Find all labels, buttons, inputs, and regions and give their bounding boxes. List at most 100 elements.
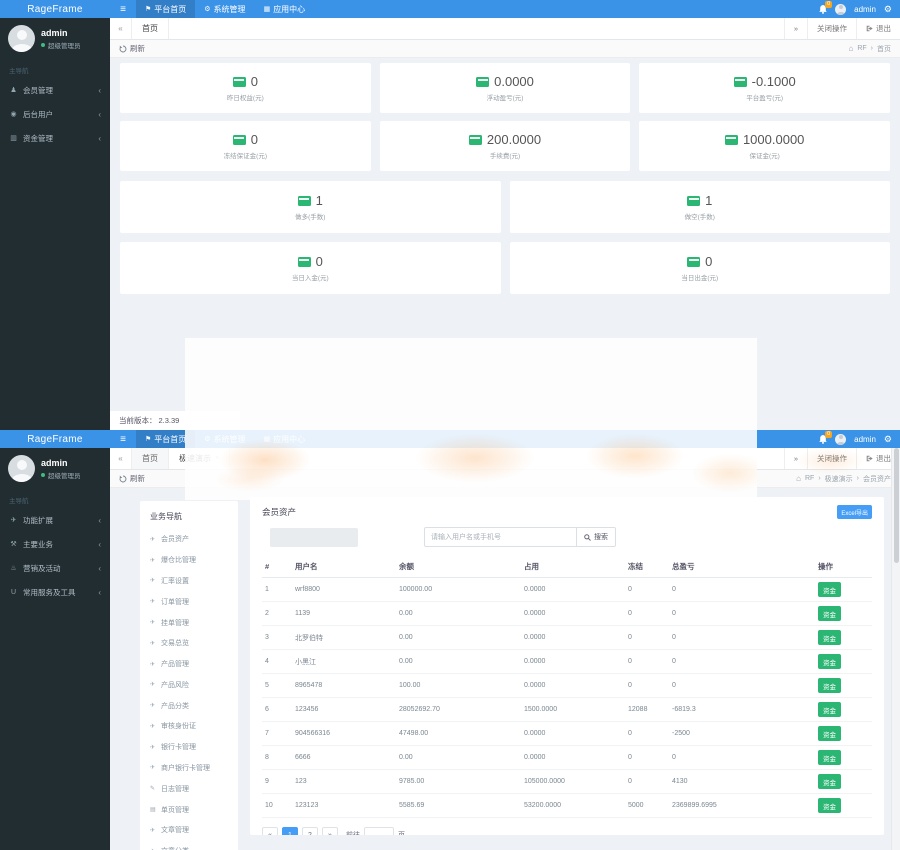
tab-home[interactable]: 首页 [132,18,169,39]
brand-logo[interactable]: RageFrame [0,430,110,448]
navbar-username[interactable]: admin [854,435,876,444]
fund-action-button[interactable]: 资金 [818,606,841,621]
fund-action-button[interactable]: 资金 [818,702,841,717]
excel-export-button[interactable]: Excel导出 [837,505,872,519]
sidebar-menu-item[interactable]: ✈ 功能扩展 ‹ [0,508,110,532]
sidebar-menu-item[interactable]: U 常用服务及工具 ‹ [0,580,110,604]
avatar[interactable] [835,4,846,15]
close-operations-button[interactable]: 关闭操作 [807,18,856,39]
cell-total-pl: 0 [669,650,815,674]
filter-select-placeholder[interactable] [270,528,358,547]
user-avatar[interactable] [8,455,35,482]
user-avatar[interactable] [8,25,35,52]
business-nav-item[interactable]: ✈ 挂单管理 [140,612,238,633]
cell-index: 8 [262,746,292,770]
tab-speed-demo[interactable]: 极速演示 × [169,448,230,469]
nav-item-system-manage[interactable]: ⚙ 系统管理 [195,0,254,18]
page-1-button[interactable]: 1 [282,827,298,835]
settings-gear-icon[interactable]: ⚙ [884,434,892,445]
sidebar-menu-item[interactable]: ▥ 资金管理 ‹ [0,126,110,150]
tabs-scroll-left-button[interactable]: « [110,448,132,469]
search-button[interactable]: 搜索 [576,527,616,547]
breadcrumb-root[interactable]: RF [805,475,814,482]
nav-item-icon: ✈ [150,640,157,647]
refresh-button[interactable]: 刷新 [119,43,145,54]
tabs-scroll-left-button[interactable]: « [110,18,132,39]
cell-total-pl: -2500 [669,722,815,746]
business-nav-item[interactable]: ✈ 产品管理 [140,654,238,675]
fund-action-button[interactable]: 资金 [818,630,841,645]
tab-strip-actions: » 关闭操作 退出 [784,18,900,39]
sidebar-menu-item[interactable]: ◉ 后台用户 ‹ [0,102,110,126]
navbar-username[interactable]: admin [854,5,876,14]
tab-home[interactable]: 首页 [132,448,169,469]
breadcrumb-section[interactable]: 极速演示 [825,474,853,484]
bottom-sidebar: admin 超级管理员 主导航 ✈ 功能扩展 ‹ ⚒ 主要业务 ‹ [0,448,110,850]
business-nav-item[interactable]: ✈ 爆仓比管理 [140,550,238,571]
tabs-scroll-right-button[interactable]: » [784,448,807,469]
fund-action-button[interactable]: 资金 [818,726,841,741]
business-nav-item[interactable]: ✈ 审核身份证 [140,716,238,737]
business-nav-item[interactable]: ✈ 订单管理 [140,591,238,612]
scrollbar-thumb[interactable] [894,448,900,563]
cell-occupied: 1500.0000 [521,698,625,722]
business-nav-item[interactable]: ✈ 汇率设置 [140,571,238,592]
nav-item-app-center[interactable]: ▦ 应用中心 [255,430,315,448]
nav-item-app-center[interactable]: ▦ 应用中心 [255,0,315,18]
sidebar-menu-item[interactable]: ♨ 营销及活动 ‹ [0,556,110,580]
business-nav-item[interactable]: ✈ 文章分类 [140,841,238,850]
cell-frozen: 5000 [625,794,669,818]
close-operations-button[interactable]: 关闭操作 [807,448,856,469]
business-nav-item[interactable]: ✈ 交易总览 [140,633,238,654]
avatar[interactable] [835,434,846,445]
business-nav-item[interactable]: ✈ 文章管理 [140,820,238,841]
business-nav-item[interactable]: ✎ 日志管理 [140,778,238,799]
page-2-button[interactable]: 2 [302,827,318,835]
search-input[interactable] [424,527,576,547]
table-row: 4 小黑江 0.00 0.0000 0 0 资金 [262,650,872,674]
sidebar-item-label: 资金管理 [23,133,53,144]
fund-action-button[interactable]: 资金 [818,798,841,813]
cell-total-pl: 0 [669,674,815,698]
scrollbar[interactable] [891,448,900,850]
stat-value: 0 [251,132,258,147]
prev-page-button[interactable]: « [262,827,278,835]
nav-item-platform-home[interactable]: ⚑ 平台首页 [136,430,195,448]
nav-item-system-manage[interactable]: ⚙ 系统管理 [195,430,254,448]
tabs-scroll-right-button[interactable]: » [784,18,807,39]
sidebar-item-icon: ♟ [9,86,18,94]
notifications-button[interactable]: 0 [819,435,827,444]
breadcrumb-root[interactable]: RF [857,45,866,52]
business-nav-item[interactable]: ▤ 单页管理 [140,799,238,820]
sidebar-toggle-icon[interactable]: ≡ [110,430,136,448]
fund-action-button[interactable]: 资金 [818,774,841,789]
fund-action-button[interactable]: 资金 [818,750,841,765]
sidebar-menu-item[interactable]: ⚒ 主要业务 ‹ [0,532,110,556]
member-assets-screen: RageFrame ≡ ⚑ 平台首页 ⚙ 系统管理 ▦ 应用中心 0 admin… [0,430,900,850]
sidebar-toggle-icon[interactable]: ≡ [110,0,136,18]
sidebar-item-label: 常用服务及工具 [23,587,76,598]
fund-action-button[interactable]: 资金 [818,654,841,669]
business-nav-item[interactable]: ✈ 会员资产 [140,529,238,550]
refresh-button[interactable]: 刷新 [119,473,145,484]
fund-action-button[interactable]: 资金 [818,582,841,597]
goto-page-input[interactable] [364,827,394,835]
cell-username: 123123 [292,794,396,818]
business-nav-item[interactable]: ✈ 商户银行卡管理 [140,758,238,779]
business-nav-item[interactable]: ✈ 产品风险 [140,674,238,695]
nav-item-platform-home[interactable]: ⚑ 平台首页 [136,0,195,18]
next-page-button[interactable]: » [322,827,338,835]
fund-action-button[interactable]: 资金 [818,678,841,693]
notifications-button[interactable]: 0 [819,5,827,14]
sidebar-menu-item[interactable]: ♟ 会员管理 ‹ [0,78,110,102]
navbar-right: 0 admin ⚙ [819,430,900,448]
business-nav-item[interactable]: ✈ 产品分类 [140,695,238,716]
cell-total-pl: 2369899.6995 [669,794,815,818]
brand-logo[interactable]: RageFrame [0,0,110,18]
logout-button[interactable]: 退出 [856,18,900,39]
business-nav-item[interactable]: ✈ 银行卡管理 [140,737,238,758]
close-icon[interactable]: × [215,455,219,462]
settings-gear-icon[interactable]: ⚙ [884,4,892,15]
chevron-left-icon: ‹ [98,516,101,525]
stat-label: 保证金(元) [750,150,780,160]
